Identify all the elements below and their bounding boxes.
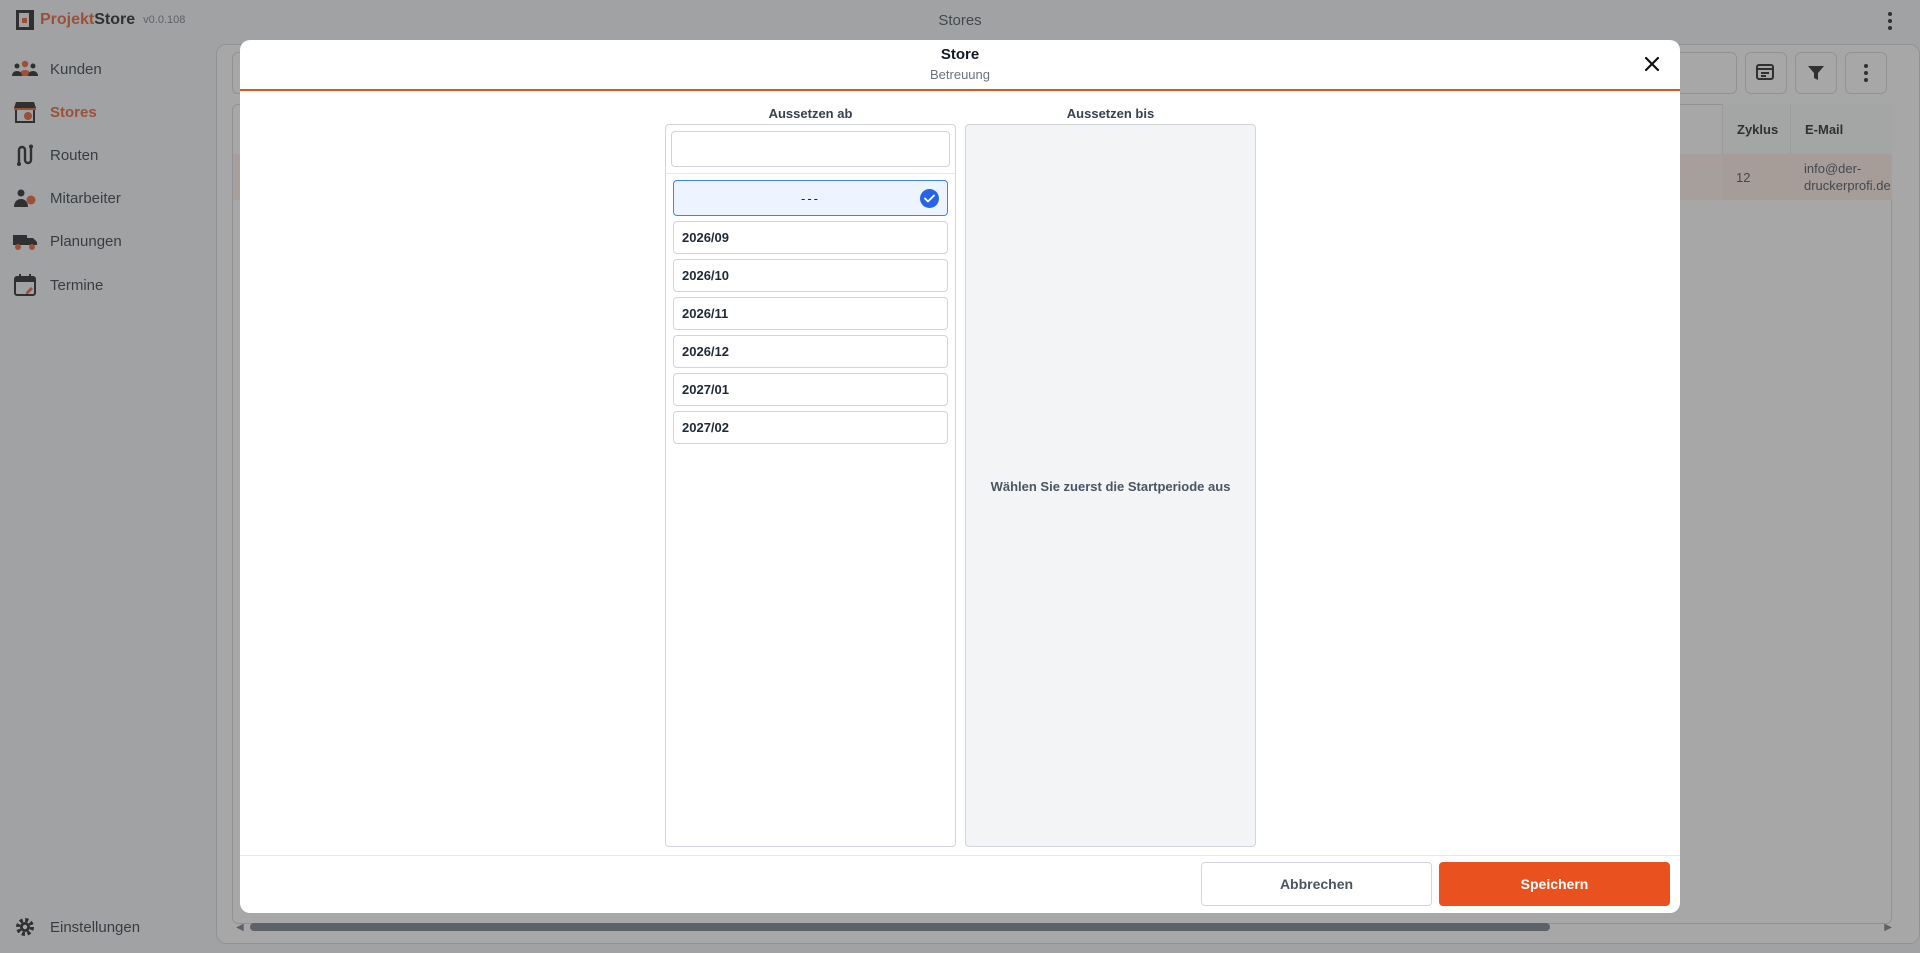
end-period-list: Wählen Sie zuerst die Startperiode aus [965,124,1256,847]
end-period-placeholder: Wählen Sie zuerst die Startperiode aus [990,479,1231,494]
list-divider [666,173,955,174]
close-icon [1644,56,1660,72]
period-option[interactable]: 2026/09 [673,221,948,254]
aussetzen-bis-label: Aussetzen bis [1066,106,1155,121]
period-option[interactable]: 2027/01 [673,373,948,406]
store-modal: Store Betreuung Aussetzen ab Aussetzen b… [240,40,1680,913]
modal-header: Store Betreuung [240,40,1680,91]
period-option[interactable]: 2026/11 [673,297,948,330]
check-circle-icon [920,189,939,208]
option-label: --- [801,190,820,206]
period-option[interactable]: 2027/02 [673,411,948,444]
period-option-none[interactable]: --- [673,180,948,216]
modal-subtitle: Betreuung [930,67,990,82]
cancel-button[interactable]: Abbrechen [1201,862,1432,906]
period-option[interactable]: 2026/10 [673,259,948,292]
close-button[interactable] [1638,50,1666,78]
aussetzen-ab-label: Aussetzen ab [768,106,853,121]
modal-title: Store [940,46,980,63]
period-option[interactable]: 2026/12 [673,335,948,368]
save-button[interactable]: Speichern [1439,862,1670,906]
period-search-input[interactable] [671,131,950,167]
start-period-list: --- 2026/09 2026/10 2026/11 2026/12 2027… [665,124,956,847]
